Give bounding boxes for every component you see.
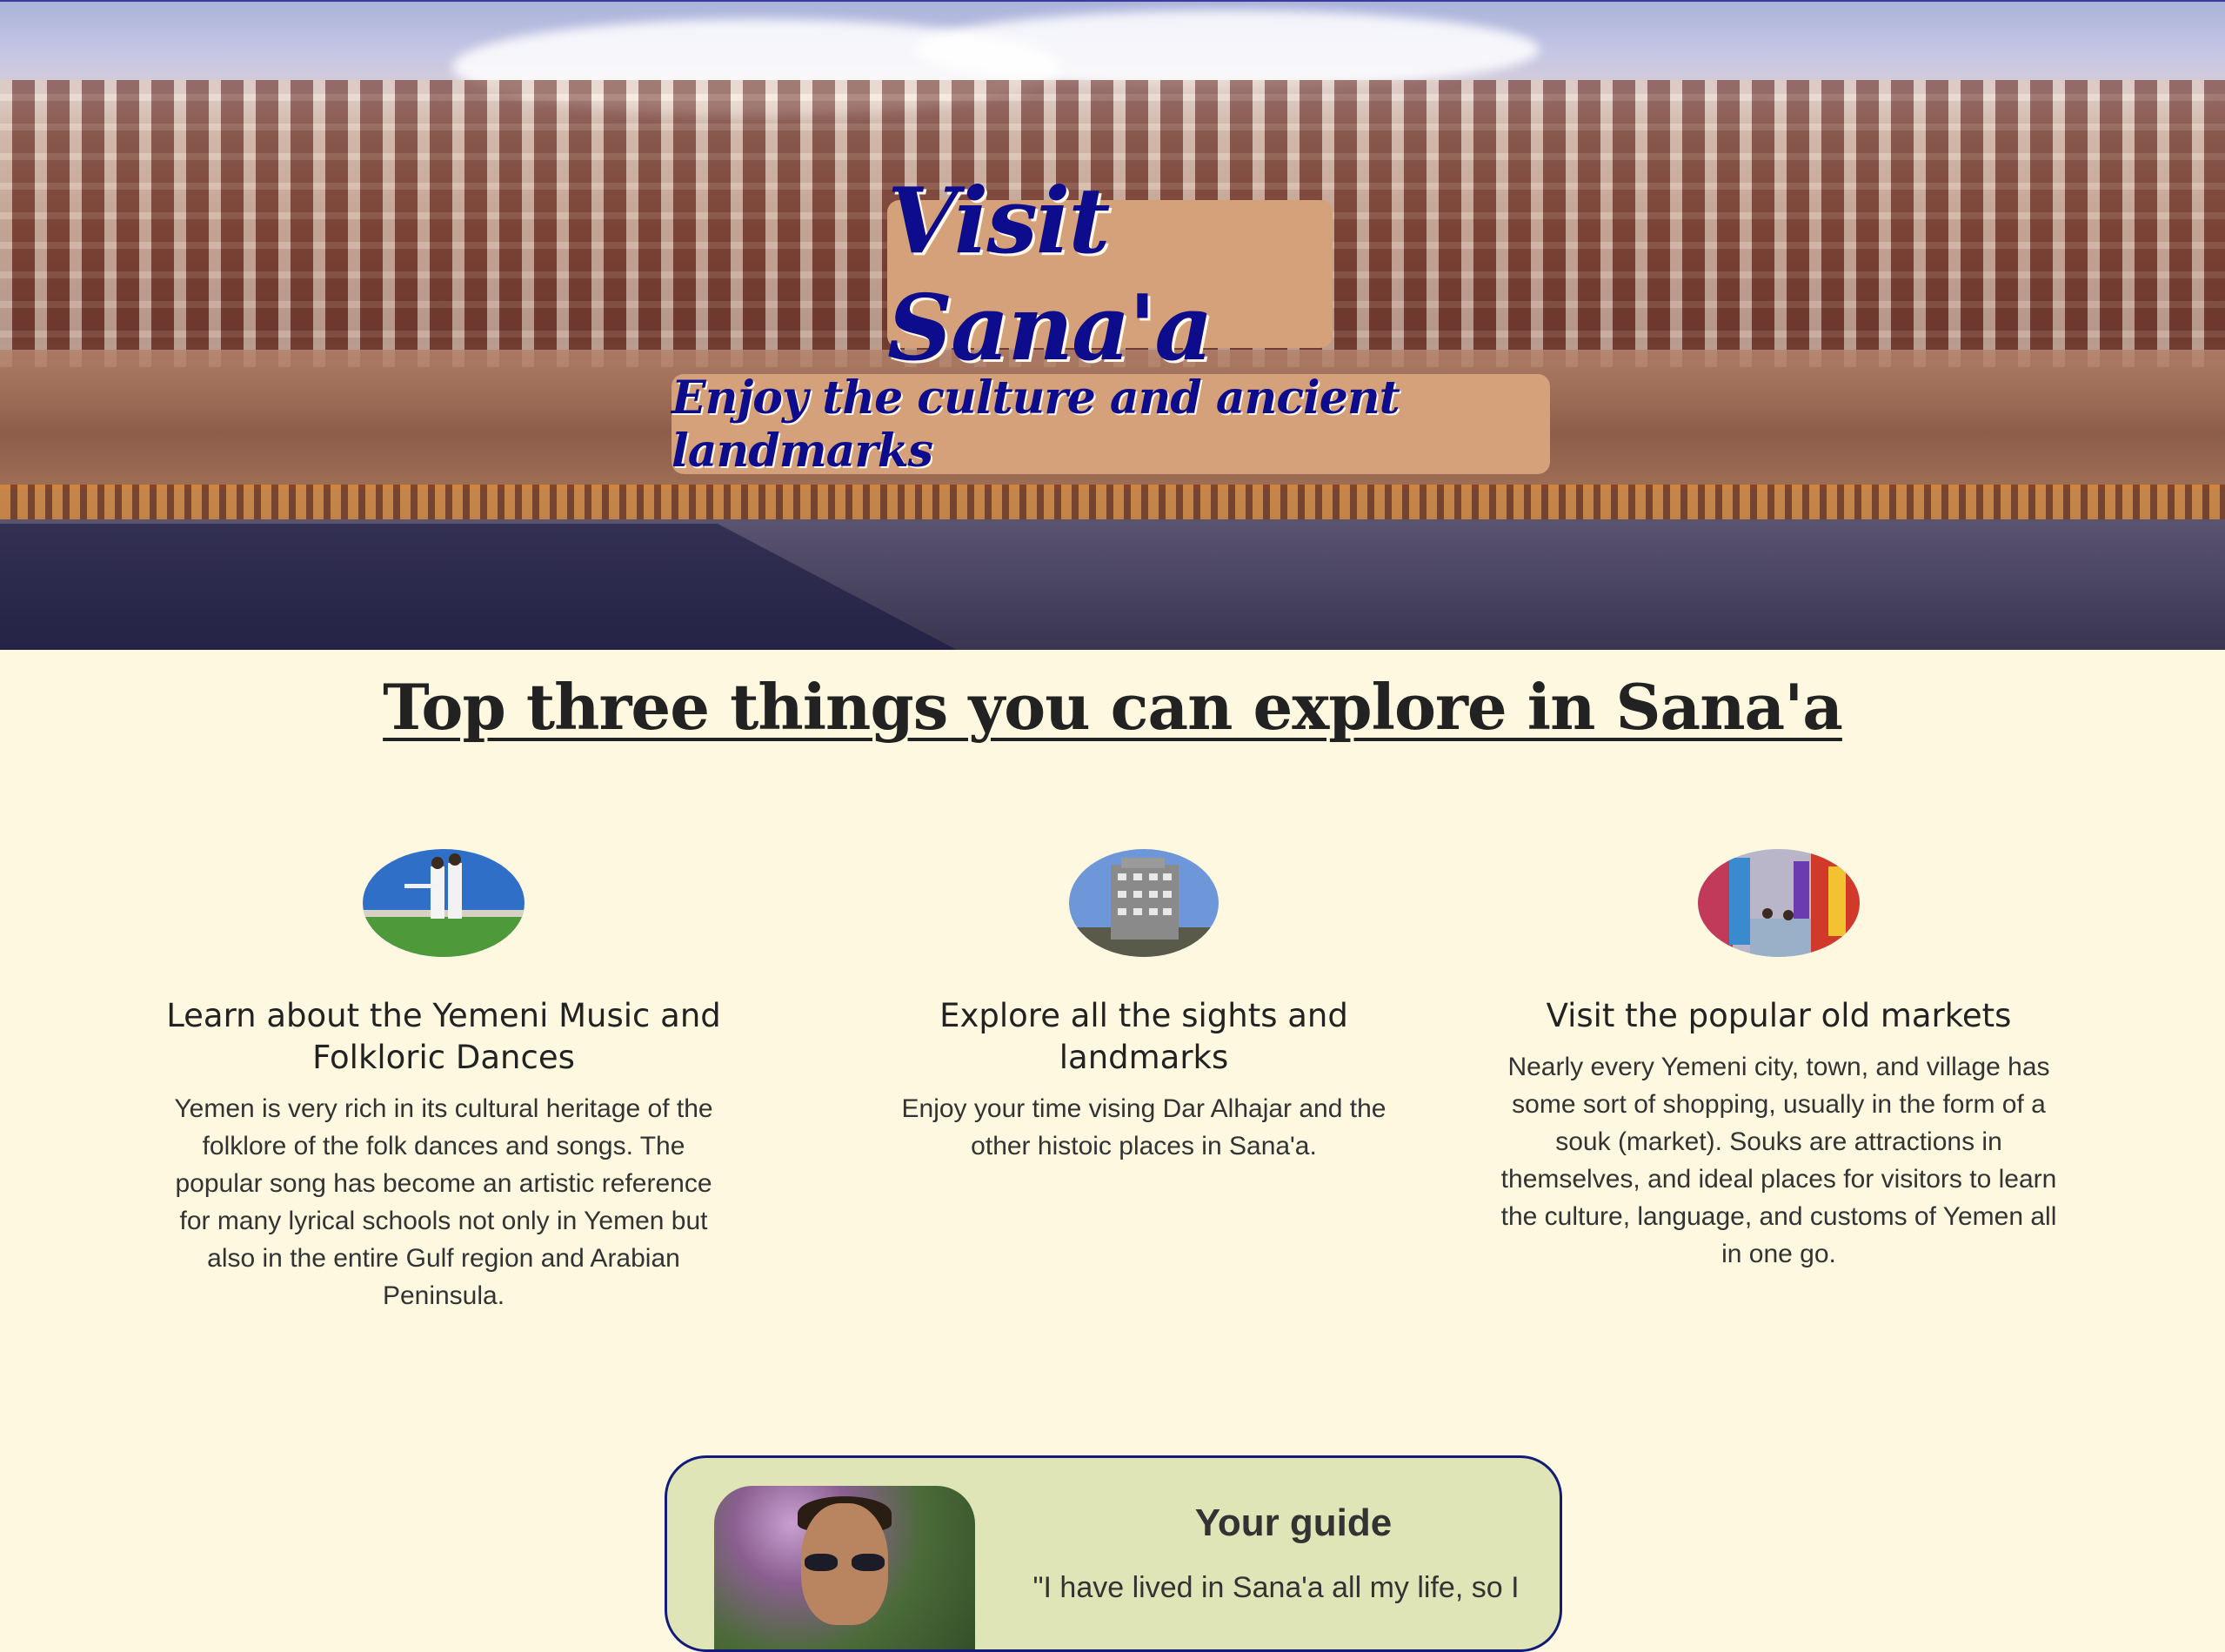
- hero-subtitle: Enjoy the culture and ancient landmarks: [672, 371, 1400, 478]
- hero-fence: [0, 485, 2225, 519]
- cloud: [913, 10, 1540, 89]
- feature-landmarks: Explore all the sights and landmarks Enj…: [870, 849, 1418, 1166]
- hero-banner: Visit Sana'a Enjoy the culture and ancie…: [0, 0, 2225, 650]
- feature-music: Learn about the Yemeni Music and Folklor…: [157, 849, 731, 1315]
- feature-text: Yemen is very rich in its cultural herit…: [174, 1094, 713, 1310]
- hero-title-box: Visit Sana'a: [887, 167, 1333, 381]
- feature-markets: Visit the popular old markets Nearly eve…: [1496, 849, 2061, 1273]
- folk-dancers-image: [363, 849, 525, 957]
- feature-text: Enjoy your time vising Dar Alhajar and t…: [901, 1094, 1386, 1161]
- old-market-image: [1698, 849, 1860, 957]
- feature-title: Visit the popular old markets: [1546, 997, 2012, 1034]
- hero-subtitle-box: Enjoy the culture and ancient landmarks: [672, 371, 1550, 478]
- guide-portrait-image: [714, 1486, 975, 1649]
- guide-title: Your guide: [1194, 1502, 1393, 1544]
- feature-text: Nearly every Yemeni city, town, and vill…: [1500, 1053, 2057, 1268]
- feature-title: Learn about the Yemeni Music and Folklor…: [166, 997, 721, 1077]
- guide-card: Your guide "I have lived in Sana'a all m…: [665, 1455, 1562, 1652]
- sunglasses-icon: [805, 1554, 885, 1573]
- dar-alhajar-image: [1069, 849, 1219, 957]
- section-heading: Top three things you can explore in Sana…: [383, 670, 1843, 744]
- hero-title: Visit Sana'a: [887, 167, 1213, 381]
- guide-quote: "I have lived in Sana'a all my life, so …: [1032, 1571, 1520, 1604]
- feature-title: Explore all the sights and landmarks: [939, 997, 1348, 1077]
